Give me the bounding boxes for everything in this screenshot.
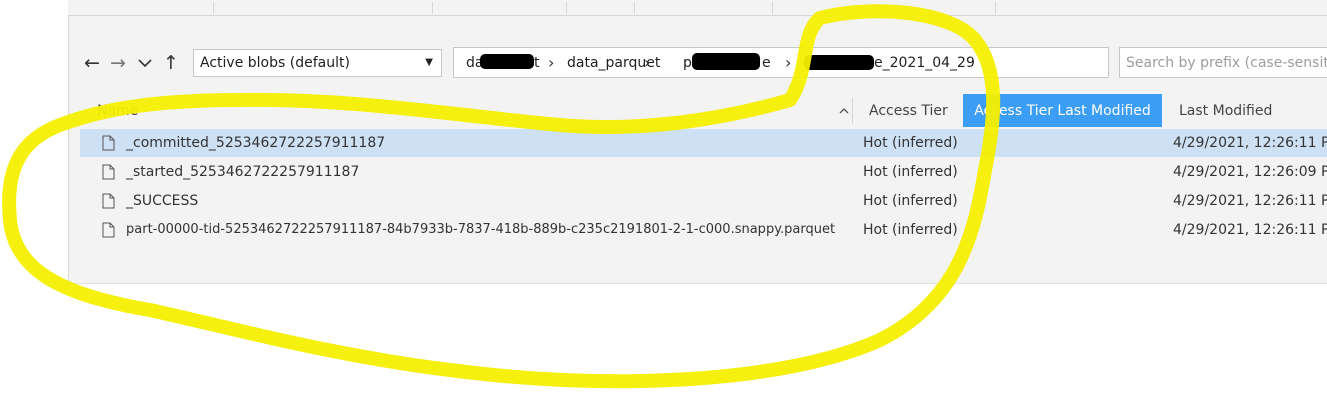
table-row[interactable]: part-00000-tid-5253462722257911187-84b79… (80, 216, 1327, 244)
breadcrumb-segment-3-tail: e (762, 55, 771, 71)
column-header-access-tier-last-modified[interactable]: Access Tier Last Modified (963, 94, 1162, 127)
row-access-tier: Hot (inferred) (863, 164, 958, 180)
tab-divider (772, 2, 773, 14)
search-placeholder: Search by prefix (case-sensitive) (1126, 55, 1327, 71)
chevron-right-icon: › (785, 53, 792, 72)
redaction-mark (804, 55, 874, 70)
table-row[interactable]: _SUCCESS Hot (inferred) 4/29/2021, 12:26… (80, 187, 1327, 215)
recent-locations-button[interactable] (134, 52, 156, 74)
table-row[interactable]: _started_5253462722257911187 Hot (inferr… (80, 158, 1327, 186)
arrow-left-icon: ← (84, 52, 100, 74)
redaction-mark (480, 54, 534, 69)
row-last-modified: 4/29/2021, 12:26:11 PM (1173, 193, 1327, 209)
column-header-access-tier-last-modified-label: Access Tier Last Modified (974, 102, 1151, 119)
tab-divider (566, 2, 567, 14)
breadcrumb-segment-1-tail: t (534, 55, 540, 71)
row-name: _committed_5253462722257911187 (126, 135, 386, 151)
row-last-modified: 4/29/2021, 12:26:11 PM (1173, 222, 1327, 238)
row-last-modified: 4/29/2021, 12:26:09 PM (1173, 164, 1327, 180)
column-header-last-modified[interactable]: Last Modified (1179, 94, 1319, 127)
tab-divider (995, 2, 996, 14)
row-access-tier: Hot (inferred) (863, 222, 958, 238)
breadcrumb[interactable]: da t › data_parquet › p e › e_2021_04_29 (453, 47, 1109, 78)
arrow-right-icon: → (110, 52, 126, 74)
row-name: part-00000-tid-5253462722257911187-84b79… (126, 222, 836, 237)
dropdown-arrow-icon: ▼ (425, 57, 433, 68)
blob-filter-value: Active blobs (default) (200, 55, 350, 71)
redaction-mark (692, 53, 760, 70)
file-icon (102, 135, 115, 151)
column-header-name[interactable]: Name (97, 94, 497, 127)
forward-button[interactable]: → (107, 52, 129, 74)
table-row[interactable]: _committed_5253462722257911187 Hot (infe… (80, 129, 1327, 157)
row-access-tier: Hot (inferred) (863, 135, 958, 151)
column-header-row: Name Access Tier Access Tier Last Modifi… (80, 94, 1327, 127)
breadcrumb-segment-4[interactable]: e_2021_04_29 (874, 55, 975, 71)
column-header-access-tier-label: Access Tier (869, 102, 948, 119)
blob-filter-select[interactable]: Active blobs (default) ▼ (193, 49, 442, 77)
file-icon (102, 164, 115, 180)
search-input[interactable]: Search by prefix (case-sensitive) (1119, 47, 1327, 78)
row-last-modified: 4/29/2021, 12:26:11 PM (1173, 135, 1327, 151)
sort-ascending-icon[interactable] (836, 94, 852, 127)
tab-divider (634, 2, 635, 14)
row-access-tier: Hot (inferred) (863, 193, 958, 209)
file-icon (102, 193, 115, 209)
row-name: _started_5253462722257911187 (126, 164, 360, 180)
breadcrumb-segment-3[interactable]: p (683, 55, 692, 71)
tab-strip (68, 0, 1327, 16)
column-header-last-modified-label: Last Modified (1179, 102, 1273, 119)
chevron-down-icon (138, 59, 152, 68)
back-button[interactable]: ← (81, 52, 103, 74)
file-icon (102, 222, 115, 238)
column-divider[interactable] (852, 98, 853, 124)
column-header-access-tier[interactable]: Access Tier (869, 94, 959, 127)
chevron-right-icon: › (548, 53, 555, 72)
up-button[interactable]: ↑ (160, 52, 182, 74)
tab-divider (432, 2, 433, 14)
chevron-right-icon: › (644, 53, 651, 72)
arrow-up-icon: ↑ (163, 52, 179, 74)
tab-divider (213, 2, 214, 14)
row-name: _SUCCESS (126, 193, 199, 209)
column-header-name-label: Name (97, 102, 139, 119)
